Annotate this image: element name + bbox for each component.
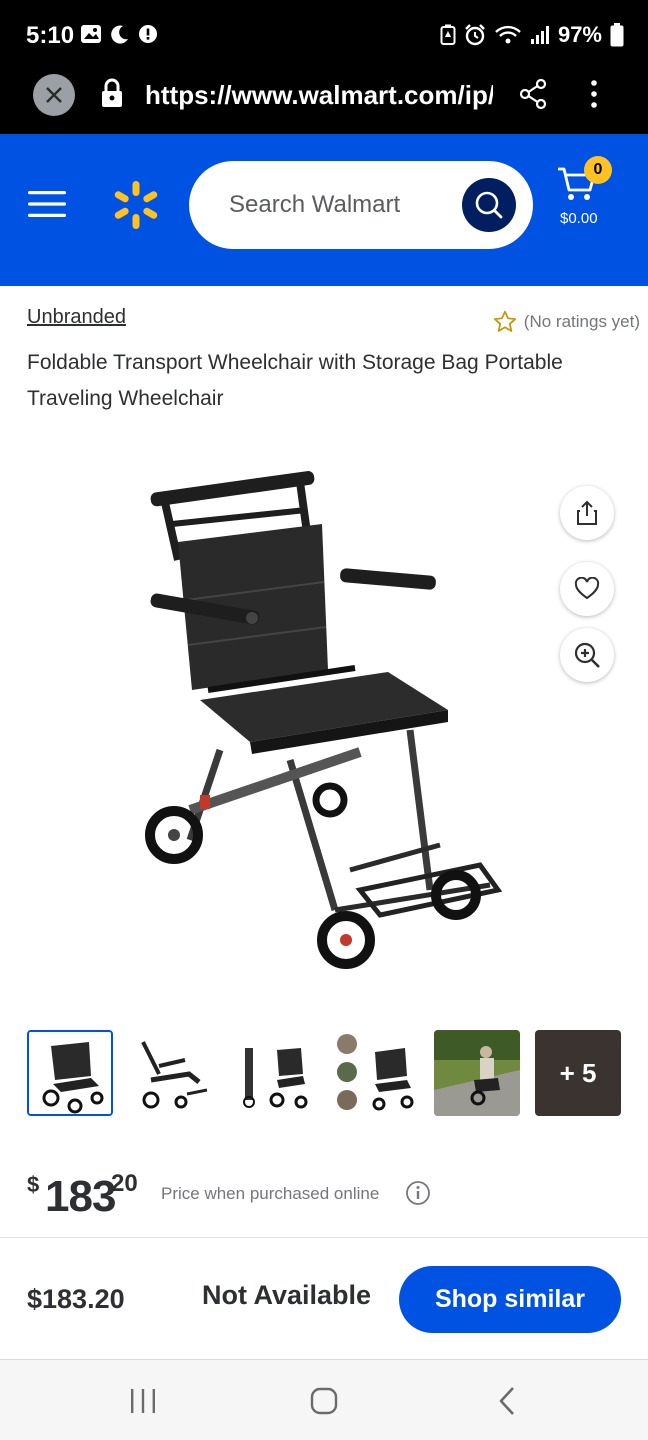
search-bar[interactable] [189, 161, 533, 249]
price-note: Price when purchased online [161, 1184, 380, 1203]
thumbnail-5[interactable] [434, 1030, 520, 1116]
search-input[interactable] [229, 185, 449, 225]
thumbnail-4[interactable] [333, 1030, 419, 1116]
brand-link[interactable]: Unbranded [27, 306, 126, 329]
favorite-button[interactable] [560, 562, 614, 616]
star-outline-icon [493, 310, 516, 332]
wheelchair-folded-thumbnail-image [231, 1030, 317, 1116]
wifi-icon [495, 25, 521, 44]
cart-count-badge: 0 [584, 156, 612, 184]
thumbnail-more[interactable]: + 5 [535, 1030, 621, 1116]
browser-url-bar: https://www.walmart.com/ip/ [0, 66, 648, 134]
alarm-icon [465, 24, 485, 46]
shop-similar-button[interactable]: Shop similar [399, 1266, 621, 1333]
share-product-button[interactable] [560, 486, 614, 540]
thumbnail-1[interactable] [27, 1030, 113, 1116]
url-text[interactable]: https://www.walmart.com/ip/ [145, 80, 493, 111]
status-bar: 5:10 97% [0, 0, 648, 66]
lock-icon [102, 78, 122, 107]
search-icon [475, 191, 503, 219]
rating-summary[interactable]: (No ratings yet) [492, 309, 640, 335]
more-images-count: + 5 [559, 1057, 597, 1088]
battery-saver-icon [440, 24, 456, 45]
cart-button[interactable]: 0 $0.00 [556, 156, 620, 240]
android-nav-bar [0, 1359, 648, 1440]
price-cents: 20 [111, 1170, 138, 1197]
battery-percentage: 97% [557, 22, 602, 47]
cart-total: $0.00 [560, 210, 598, 227]
recent-apps-icon[interactable] [128, 1388, 158, 1414]
home-icon[interactable] [310, 1387, 338, 1415]
signal-icon [530, 26, 549, 44]
price-currency: $ [27, 1172, 40, 1197]
wheelchair-side-thumbnail-image [129, 1030, 215, 1116]
gallery-icon [81, 25, 101, 43]
wheelchair-details-thumbnail-image [333, 1030, 419, 1116]
sticky-footer: $183.20 Not Available Shop similar [0, 1237, 648, 1359]
walmart-spark-logo[interactable] [112, 179, 160, 231]
more-vert-icon[interactable] [582, 78, 606, 110]
close-tab-button[interactable] [33, 74, 75, 116]
thumbnail-2[interactable] [129, 1030, 215, 1116]
share-icon [577, 500, 597, 525]
heart-icon [574, 577, 600, 600]
back-icon[interactable] [496, 1386, 518, 1416]
zoom-in-icon [574, 642, 600, 668]
availability-status: Not Available [202, 1280, 372, 1310]
thumbnail-3[interactable] [231, 1030, 317, 1116]
product-title: Foldable Transport Wheelchair with Stora… [27, 351, 563, 410]
alert-icon [139, 25, 157, 43]
hamburger-menu-icon[interactable] [28, 190, 66, 218]
share-icon[interactable] [518, 78, 548, 110]
footer-price: $183.20 [27, 1284, 125, 1314]
thumbnail-strip: + 5 [27, 1030, 622, 1118]
wheelchair-outdoor-thumbnail-image [434, 1030, 520, 1116]
status-time: 5:10 [26, 22, 75, 49]
price-whole: 183 [45, 1172, 116, 1221]
rating-text: (No ratings yet) [523, 312, 640, 331]
search-button[interactable] [462, 178, 516, 232]
moon-icon [111, 25, 128, 44]
info-icon[interactable] [405, 1180, 431, 1206]
wheelchair-thumbnail-image [29, 1032, 111, 1114]
zoom-button[interactable] [560, 628, 614, 682]
site-header: 0 $0.00 [0, 134, 648, 286]
battery-icon [610, 23, 624, 47]
close-icon [46, 87, 62, 103]
wheelchair-product-image[interactable] [130, 460, 510, 990]
